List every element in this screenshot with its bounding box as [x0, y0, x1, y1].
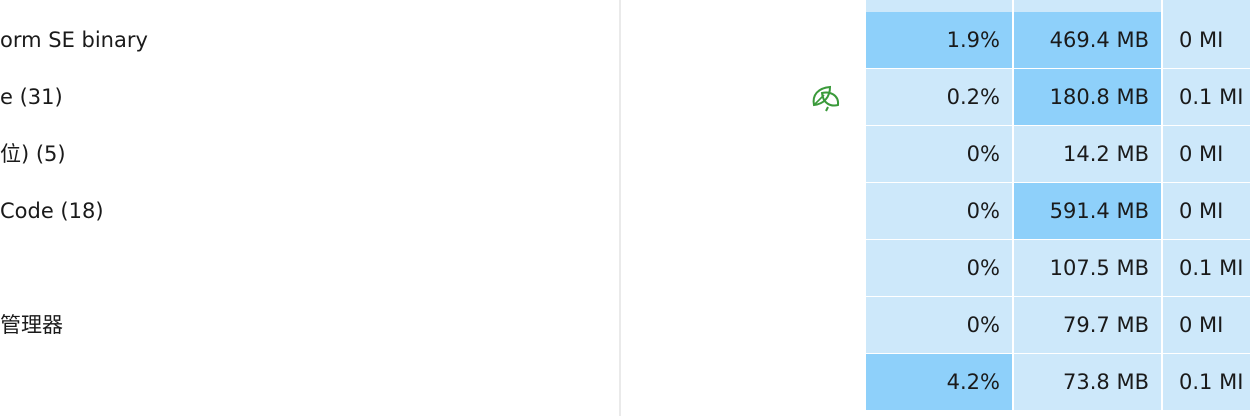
disk-cell: 0 MI	[1163, 297, 1250, 353]
process-row[interactable]: e (31) 0.2% 180.8 MB 0.1 MI	[0, 69, 1250, 126]
leaf-icon	[812, 85, 840, 112]
process-row[interactable]: orm SE binary 1.9% 469.4 MB 0 MI	[0, 12, 1250, 69]
cpu-cell: 0%	[866, 297, 1012, 353]
cpu-cell: 4.2%	[866, 354, 1012, 410]
disk-cell: 0 MI	[1163, 126, 1250, 182]
cpu-cell: 0%	[866, 183, 1012, 239]
task-manager-process-list: orm SE binary 1.9% 469.4 MB 0 MI e (31) …	[0, 0, 1250, 416]
cpu-column-top-strip	[866, 0, 1012, 12]
disk-cell: 0.1 MI	[1163, 240, 1250, 296]
process-row[interactable]: 管理器 0% 79.7 MB 0 MI	[0, 297, 1250, 354]
disk-column-top-strip	[1163, 0, 1250, 12]
process-name: orm SE binary	[0, 28, 148, 52]
memory-cell: 107.5 MB	[1014, 240, 1161, 296]
process-name: 管理器	[0, 313, 63, 337]
memory-cell: 73.8 MB	[1014, 354, 1161, 410]
cpu-cell: 0%	[866, 240, 1012, 296]
process-rows: orm SE binary 1.9% 469.4 MB 0 MI e (31) …	[0, 12, 1250, 411]
cpu-cell: 0%	[866, 126, 1012, 182]
memory-cell: 14.2 MB	[1014, 126, 1161, 182]
process-row[interactable]: 4.2% 73.8 MB 0.1 MI	[0, 354, 1250, 411]
disk-cell: 0.1 MI	[1163, 354, 1250, 410]
disk-cell: 0 MI	[1163, 183, 1250, 239]
process-name: 位) (5)	[0, 142, 66, 166]
memory-column-top-strip	[1014, 0, 1161, 12]
process-name: e (31)	[0, 85, 63, 109]
memory-cell: 180.8 MB	[1014, 69, 1161, 125]
disk-cell: 0 MI	[1163, 12, 1250, 68]
cpu-cell: 0.2%	[866, 69, 1012, 125]
process-row[interactable]: Code (18) 0% 591.4 MB 0 MI	[0, 183, 1250, 240]
memory-cell: 591.4 MB	[1014, 183, 1161, 239]
memory-cell: 469.4 MB	[1014, 12, 1161, 68]
cpu-cell: 1.9%	[866, 12, 1012, 68]
process-row[interactable]: 0% 107.5 MB 0.1 MI	[0, 240, 1250, 297]
disk-cell: 0.1 MI	[1163, 69, 1250, 125]
memory-cell: 79.7 MB	[1014, 297, 1161, 353]
process-row[interactable]: 位) (5) 0% 14.2 MB 0 MI	[0, 126, 1250, 183]
process-name: Code (18)	[0, 199, 104, 223]
